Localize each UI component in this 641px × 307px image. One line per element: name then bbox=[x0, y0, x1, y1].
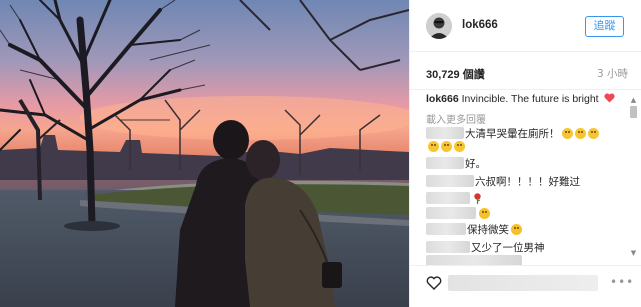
crying-emoji-icon bbox=[587, 128, 599, 139]
commenter-username[interactable] bbox=[426, 255, 522, 265]
commenter-username[interactable] bbox=[426, 157, 464, 169]
post-caption: lok666 Invincible. The future is bright bbox=[426, 93, 626, 105]
commenter-username[interactable] bbox=[426, 207, 476, 219]
comment-text: 又少了一位男神 bbox=[471, 242, 545, 254]
comment-row bbox=[426, 141, 465, 153]
comments-scrollbar[interactable]: ▲ ▼ bbox=[629, 96, 638, 258]
comment-row: 六叔啊！！！！好難过 bbox=[426, 174, 580, 189]
scrollbar-thumb[interactable] bbox=[630, 106, 637, 118]
crying-emoji-icon bbox=[428, 141, 439, 152]
post-header: lok666 追蹤 bbox=[410, 0, 641, 52]
comment-text: 大清早哭暈在廁所！ bbox=[465, 128, 560, 140]
crying-emoji-icon bbox=[454, 141, 465, 152]
commenter-username[interactable] bbox=[426, 241, 470, 253]
follow-button[interactable]: 追蹤 bbox=[585, 16, 624, 37]
comment-text: 保持微笑 bbox=[467, 224, 509, 236]
smile-emoji-icon bbox=[479, 208, 490, 219]
comment-row: 又少了一位男神 bbox=[426, 240, 545, 255]
post-sidebar: lok666 追蹤 30,729 個讚 3 小時 lok666 Invincib… bbox=[409, 0, 641, 307]
comment-row bbox=[426, 207, 490, 220]
crying-emoji-icon bbox=[441, 141, 452, 152]
commenter-username[interactable] bbox=[426, 175, 474, 187]
commenter-username[interactable] bbox=[426, 192, 470, 204]
scroll-down-arrow-icon[interactable]: ▼ bbox=[629, 249, 638, 258]
rose-emoji-icon bbox=[474, 193, 481, 204]
likes-count[interactable]: 30,729 個讚 bbox=[426, 66, 485, 82]
like-outline-icon[interactable] bbox=[426, 275, 442, 291]
caption-text: Invincible. The future is bright bbox=[461, 93, 599, 105]
comment-text: 六叔啊！！！！好難过 bbox=[475, 176, 580, 188]
smile-emoji-icon bbox=[511, 224, 522, 235]
comment-row bbox=[426, 192, 482, 205]
post-time: 3 小時 bbox=[596, 68, 628, 80]
commenter-username[interactable] bbox=[426, 223, 466, 235]
commenter-username[interactable] bbox=[426, 127, 464, 139]
more-dots-icon[interactable]: ••• bbox=[610, 275, 633, 291]
crying-emoji-icon bbox=[561, 128, 573, 139]
heart-icon bbox=[603, 93, 615, 103]
post-photo bbox=[0, 0, 409, 307]
caption-username[interactable]: lok666 bbox=[426, 93, 459, 105]
scroll-up-arrow-icon[interactable]: ▲ bbox=[629, 96, 638, 105]
load-more-replies-link[interactable]: 載入更多回覆 bbox=[426, 111, 486, 126]
comment-row: 保持微笑 bbox=[426, 222, 522, 237]
comments-list: lok666 Invincible. The future is bright … bbox=[410, 90, 641, 265]
comment-row bbox=[426, 255, 523, 265]
crying-emoji-icon bbox=[574, 128, 586, 139]
post-stats: 30,729 個讚 3 小時 bbox=[410, 52, 641, 90]
username[interactable]: lok666 bbox=[462, 19, 498, 31]
comment-bar: ••• bbox=[410, 265, 641, 307]
comment-input[interactable] bbox=[448, 275, 598, 291]
comment-row: 好。 bbox=[426, 156, 486, 171]
avatar[interactable] bbox=[426, 13, 452, 39]
comment-row: 大清早哭暈在廁所！ bbox=[426, 126, 599, 141]
comment-text: 好。 bbox=[465, 158, 486, 170]
